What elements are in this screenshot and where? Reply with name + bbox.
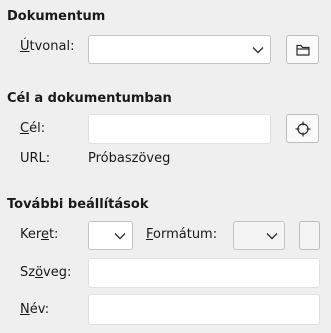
goal-label-rest: él:	[29, 121, 46, 136]
goal-label-mnemonic: C	[20, 121, 30, 136]
frame-combobox[interactable]	[88, 221, 133, 250]
url-value: Próbaszöveg	[88, 151, 171, 166]
text-input[interactable]	[88, 258, 320, 288]
path-label-rest: tvonal:	[29, 39, 75, 54]
name-label-mnemonic: N	[20, 302, 30, 317]
name-label-rest: év:	[29, 302, 50, 317]
name-input[interactable]	[88, 294, 320, 325]
frame-label-pre: Ker	[20, 227, 41, 242]
format-label-mnemonic: F	[146, 227, 154, 242]
path-combobox[interactable]	[88, 35, 271, 64]
more-options-section-title: További beállítások	[7, 197, 149, 212]
format-label-rest: ormátum:	[153, 227, 218, 242]
frame-label-rest: t:	[48, 227, 59, 242]
events-button[interactable]	[299, 221, 320, 250]
text-label-pre: Sz	[20, 265, 36, 280]
frame-label-mnemonic: e	[40, 227, 49, 242]
frame-label: Keret:	[20, 227, 58, 242]
folder-icon	[295, 44, 310, 56]
browse-button[interactable]	[286, 35, 319, 64]
target-picker-button[interactable]	[286, 114, 319, 143]
chevron-down-icon	[252, 46, 264, 53]
document-section-title: Dokumentum	[7, 9, 106, 24]
text-label-rest: veg:	[43, 265, 72, 280]
path-label-mnemonic: Ú	[20, 39, 30, 54]
goal-input[interactable]	[88, 114, 271, 144]
url-label: URL:	[20, 151, 51, 166]
format-label: Formátum:	[146, 227, 217, 242]
chevron-down-icon	[114, 232, 126, 239]
target-section-title: Cél a dokumentumban	[7, 91, 172, 106]
name-label: Név:	[20, 302, 49, 317]
crosshair-icon	[295, 121, 310, 136]
format-combobox[interactable]	[233, 221, 285, 250]
text-label: Szöveg:	[20, 265, 71, 280]
chevron-down-icon	[266, 232, 278, 239]
path-label: Útvonal:	[20, 39, 74, 54]
goal-label: Cél:	[20, 121, 45, 136]
text-label-mnemonic: ö	[35, 265, 44, 280]
